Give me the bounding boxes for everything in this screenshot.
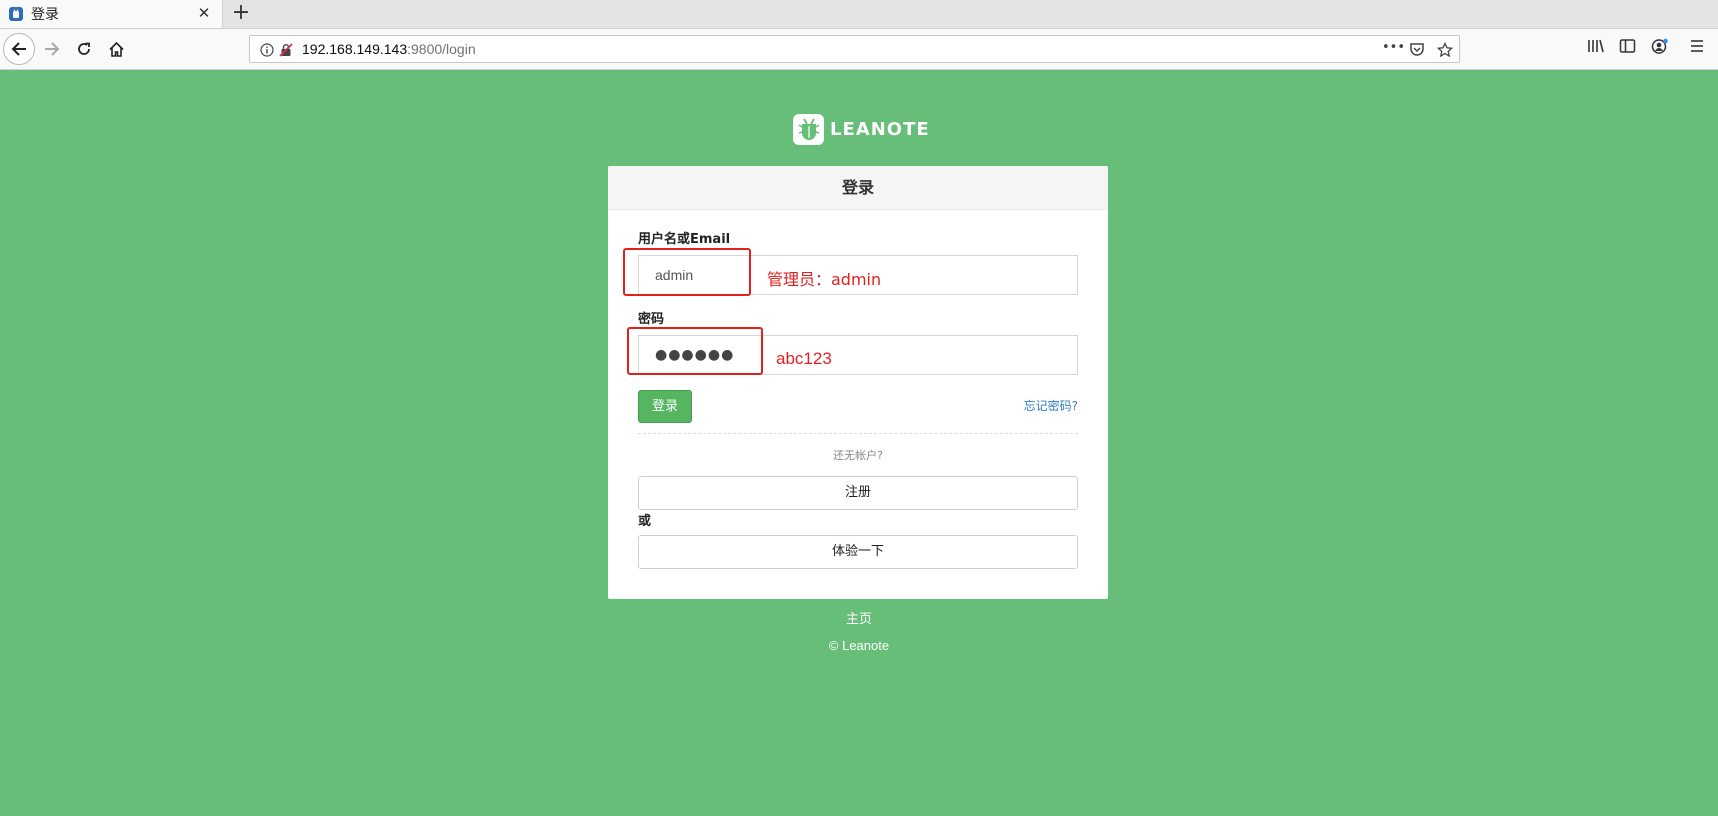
pocket-icon[interactable]: [1409, 42, 1425, 61]
footer-copyright: © Leanote: [828, 638, 890, 653]
register-button[interactable]: 注册: [638, 476, 1078, 510]
logo-wordmark: LEANOTE: [830, 118, 930, 140]
home-icon: [108, 41, 124, 57]
menu-hamburger-icon[interactable]: [1689, 38, 1705, 58]
tab-title: 登录: [31, 7, 59, 23]
login-card-header: 登录: [608, 166, 1108, 210]
page-actions-more-icon[interactable]: •••: [1382, 40, 1405, 55]
arrow-left-icon: [11, 42, 26, 56]
browser-tab[interactable]: 登录 ✕: [0, 0, 223, 28]
leanote-logo[interactable]: LEANOTE: [793, 112, 930, 146]
reload-icon: [78, 42, 90, 55]
login-card: 登录 用户名或Email admin 密码 ●●●●●● 登录 忘记密码? 还无…: [608, 166, 1108, 599]
back-button[interactable]: [3, 33, 35, 65]
info-icon[interactable]: [260, 42, 274, 61]
leanote-favicon-icon: [9, 7, 23, 21]
sidebar-icon[interactable]: [1619, 38, 1636, 58]
leanote-logo-icon: [793, 113, 824, 145]
password-highlight-box: [627, 327, 763, 375]
username-label: 用户名或Email: [638, 232, 731, 247]
password-annotation: abc123: [776, 349, 832, 368]
footer-home-link[interactable]: 主页: [0, 608, 1718, 627]
insecure-lock-icon[interactable]: [279, 42, 293, 61]
new-tab-button[interactable]: +: [230, 2, 252, 24]
or-text: 或: [638, 514, 652, 529]
password-label: 密码: [638, 312, 665, 327]
arrow-right-icon: [45, 42, 60, 56]
try-demo-button[interactable]: 体验一下: [638, 535, 1078, 569]
url-text[interactable]: 192.168.149.143:9800/login: [302, 41, 476, 57]
browser-navigation-bar: 192.168.149.143:9800/login •••: [0, 29, 1718, 70]
admin-annotation: 管理员：admin: [767, 270, 882, 289]
browser-tab-bar: 登录 ✕ +: [0, 0, 1718, 29]
reload-button[interactable]: [70, 35, 98, 63]
forward-button[interactable]: [38, 35, 66, 63]
url-path: :9800/login: [407, 41, 476, 57]
no-account-text: 还无帐户?: [833, 449, 883, 462]
home-button[interactable]: [102, 35, 130, 63]
url-host: 192.168.149.143: [302, 41, 408, 57]
bookmark-star-icon[interactable]: [1436, 41, 1454, 62]
account-icon[interactable]: [1651, 38, 1669, 59]
forgot-password-link[interactable]: 忘记密码?: [1024, 397, 1078, 414]
url-bar[interactable]: 192.168.149.143:9800/login •••: [249, 35, 1460, 63]
close-tab-icon[interactable]: ✕: [196, 5, 212, 21]
login-button[interactable]: 登录: [638, 390, 692, 423]
username-highlight-box: [623, 248, 751, 296]
divider: [638, 433, 1078, 434]
library-icon[interactable]: [1587, 38, 1605, 58]
